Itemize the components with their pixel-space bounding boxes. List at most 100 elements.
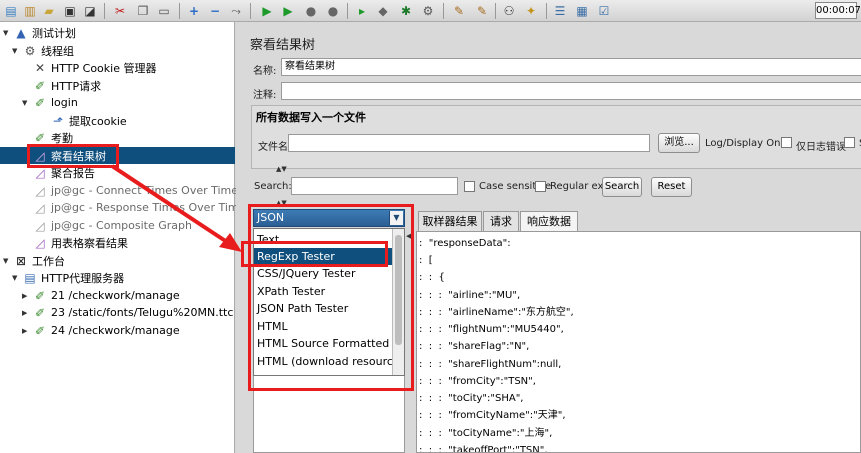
response-line: : : : "shareFlag":"N", (419, 341, 530, 352)
tree-item-cookie-manager[interactable]: ✕ HTTP Cookie 管理器 (22, 59, 157, 76)
tree-item-label: HTTP请求 (51, 79, 102, 93)
start-icon[interactable]: ▶ (259, 3, 275, 19)
templates-icon[interactable]: ▥ (22, 3, 38, 19)
tab-response-data[interactable]: 响应数据 (520, 211, 578, 231)
filename-field[interactable] (288, 134, 650, 152)
regexp-highlight-annotation (241, 241, 388, 267)
sampler-icon: ✐ (34, 288, 46, 303)
search-input[interactable] (291, 177, 458, 195)
tree-item-extract-cookie[interactable]: ⬏ 提取cookie (40, 112, 127, 129)
expand-arrow-icon[interactable]: ▼ (22, 99, 32, 107)
tree-item-test-plan[interactable]: ▼ ▲ 测试计划 (3, 24, 76, 41)
tab-sampler-result[interactable]: 取样器结果 (418, 211, 482, 231)
save-as-icon[interactable]: ◪ (82, 3, 98, 19)
graph-icon: ◿ (35, 200, 45, 215)
response-line: : : : "airlineName":"东方航空", (419, 307, 574, 318)
successes-checkbox[interactable] (844, 137, 855, 148)
comment-label: 注释: (253, 90, 277, 101)
tree-item-recorded-23[interactable]: ▶ ✐ 23 /static/fonts/Telugu%20MN.ttc (22, 304, 233, 321)
function-helper-icon[interactable]: ☰ (552, 3, 568, 19)
shutdown-icon[interactable]: ● (325, 3, 341, 19)
expand-arrow-icon[interactable]: ▶ (22, 309, 32, 317)
comment-field[interactable] (281, 82, 861, 100)
clear-all-icon[interactable]: ✎ (474, 3, 490, 19)
response-line: : : : "fromCity":"TSN", (419, 376, 536, 387)
remote-stop-icon[interactable]: ◆ (375, 3, 391, 19)
browse-button[interactable]: 浏览... (658, 133, 700, 153)
sampler-icon: ✐ (34, 305, 46, 320)
toggle-icon[interactable]: ⤳ (228, 3, 244, 19)
response-line: : "responseData": (419, 238, 511, 249)
thread-group-icon: ⚙ (24, 43, 36, 58)
tree-item-label: 线程组 (41, 44, 74, 58)
table-results-icon: ◿ (35, 235, 45, 250)
tree-item-label: 24 /checkwork/manage (51, 324, 180, 337)
reset-search-icon[interactable]: ✦ (523, 3, 539, 19)
stop-icon[interactable]: ● (303, 3, 319, 19)
tree-item-proxy-server[interactable]: ▼ ▤ HTTP代理服务器 (12, 269, 124, 286)
tree-item-label: 23 /static/fonts/Telugu%20MN.ttc (51, 306, 234, 319)
test-plan-tree: ▼ ▲ 测试计划 ▼ ⚙ 线程组 ✕ HTTP Cookie 管理器 ✐ HTT… (0, 22, 245, 453)
tree-item-table-results[interactable]: ◿ 用表格察看结果 (22, 234, 128, 251)
paste-icon[interactable]: ▭ (156, 3, 172, 19)
cut-icon[interactable]: ✂ (112, 3, 128, 19)
tree-item-label: HTTP Cookie 管理器 (51, 61, 157, 75)
save-icon[interactable]: ▣ (62, 3, 78, 19)
remote-start-icon[interactable]: ▸ (354, 3, 370, 19)
tab-request[interactable]: 请求 (483, 211, 519, 231)
test-plan-icon: ▲ (16, 25, 26, 40)
splitter-arrows-icon[interactable]: ▲▼ (276, 165, 287, 173)
tree-item-recorded-21[interactable]: ▶ ✐ 21 /checkwork/manage (22, 287, 180, 304)
new-icon[interactable]: ▤ (3, 3, 19, 19)
workbench-icon: ⊠ (15, 253, 27, 268)
tree-item-label: jp@gc - Composite Graph (51, 219, 192, 232)
search-label: Search: (254, 181, 292, 192)
tree-item-composite-graph[interactable]: ◿ jp@gc - Composite Graph (22, 217, 192, 234)
search-icon[interactable]: ⚇ (501, 3, 517, 19)
tree-item-login[interactable]: ▼ ✐ login (22, 94, 78, 111)
tree-item-thread-group[interactable]: ▼ ⚙ 线程组 (12, 42, 74, 59)
errors-only-checkbox[interactable] (781, 137, 792, 148)
tree-item-response-times[interactable]: ◿ jp@gc - Response Times Over Time (22, 199, 245, 216)
tree-item-workbench[interactable]: ▼ ⊠ 工作台 (3, 252, 65, 269)
toolbar-separator (179, 3, 180, 19)
name-field[interactable]: 察看结果树 (281, 58, 861, 76)
tree-item-http-request[interactable]: ✐ HTTP请求 (22, 77, 101, 94)
cookie-manager-icon: ✕ (34, 60, 46, 75)
tree-item-label: HTTP代理服务器 (41, 271, 125, 285)
log-display-only-label: Log/Display Only: (705, 138, 792, 149)
help-icon[interactable]: ▦ (574, 3, 590, 19)
tree-item-label: 工作台 (32, 254, 65, 268)
toolbar-separator (443, 3, 444, 19)
sampler-icon: ✐ (34, 130, 46, 145)
expand-arrow-icon[interactable]: ▼ (3, 29, 13, 37)
name-label: 名称: (253, 66, 277, 77)
remote-clear-icon[interactable]: ✱ (398, 3, 414, 19)
search-button[interactable]: Search (602, 177, 642, 197)
toolbar-separator (495, 3, 496, 19)
clear-icon[interactable]: ✎ (451, 3, 467, 19)
expand-arrow-icon[interactable]: ▼ (12, 47, 22, 55)
remote-exit-icon[interactable]: ⚙ (420, 3, 436, 19)
tree-item-label: 提取cookie (69, 114, 127, 128)
case-sensitive-checkbox[interactable] (464, 181, 475, 192)
collapse-icon[interactable]: − (207, 3, 223, 19)
toolbar: ▤ ▥ ▰ ▣ ◪ ✂ ❐ ▭ + − ⤳ ▶ ▶ ● ● ▸ ◆ ✱ ⚙ ✎ … (0, 0, 861, 22)
reset-button[interactable]: Reset (651, 177, 692, 197)
response-data-view[interactable]: : "responseData": : [ : : { : : : "airli… (416, 231, 861, 453)
expand-arrow-icon[interactable]: ▼ (3, 257, 13, 265)
expand-icon[interactable]: + (186, 3, 202, 19)
expand-arrow-icon[interactable]: ▼ (12, 274, 22, 282)
expand-arrow-icon[interactable]: ▶ (22, 327, 32, 335)
post-processor-icon: ⬏ (52, 113, 64, 128)
tree-item-recorded-24[interactable]: ▶ ✐ 24 /checkwork/manage (22, 322, 180, 339)
open-icon[interactable]: ▰ (41, 3, 57, 19)
copy-icon[interactable]: ❐ (135, 3, 151, 19)
expand-arrow-icon[interactable]: ▶ (22, 292, 32, 300)
response-line: : : : "fromCityName":"天津", (419, 410, 566, 421)
regular-exp-checkbox[interactable] (535, 181, 546, 192)
start-no-pause-icon[interactable]: ▶ (280, 3, 296, 19)
tree-item-connect-times[interactable]: ◿ jp@gc - Connect Times Over Time (22, 182, 238, 199)
tree-item-label: 用表格察看结果 (51, 236, 128, 250)
options-icon[interactable]: ☑ (596, 3, 612, 19)
